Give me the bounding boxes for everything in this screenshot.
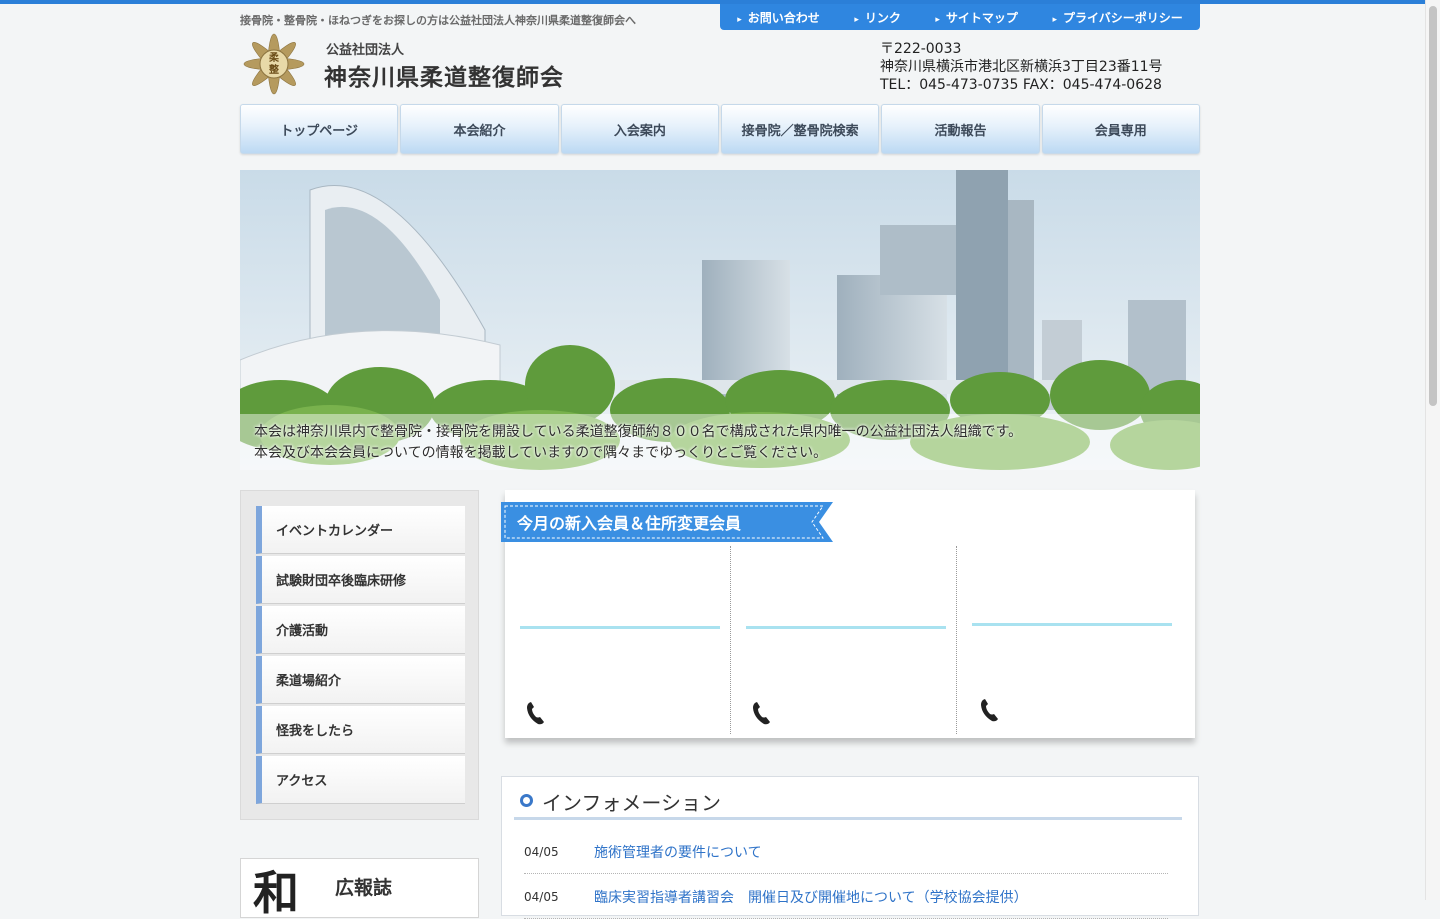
hero-caption-line-1: 本会は神奈川県内で整骨院・接骨院を開設している柔道整復師約８００名で構成された県… [254,424,1023,440]
gnav-about[interactable]: 本会紹介 [400,104,559,154]
newsletter-banner[interactable]: 和 広報誌 [240,858,479,918]
postal-code: 〒222-0033 [880,41,962,57]
phone-icon [981,699,998,722]
street-address: 神奈川県横浜市港北区新横浜3丁目23番11号 [880,59,1163,75]
phone-icon [753,702,770,725]
hero-caption: 本会は神奈川県内で整骨院・接骨院を開設している柔道整復師約８００名で構成された県… [254,422,1022,464]
information-title-rule [514,817,1182,820]
page-wrapper: 接骨院・整骨院・ほねつぎをお探しの方は公益社団法人神奈川県柔道整復師会へ お問い… [240,0,1200,919]
side-nav: イベントカレンダー 試験財団卒後臨床研修 介護活動 柔道場紹介 怪我をしたら ア… [240,490,479,820]
side-nav-clinical-training[interactable]: 試験財団卒後臨床研修 [256,556,465,604]
util-nav-contact[interactable]: お問い合わせ [737,9,820,26]
hero-caption-line-2: 本会及び本会会員についての情報を掲載していますので隅々までゆっくりとご覧ください… [254,445,828,461]
scrollbar-thumb[interactable] [1429,6,1437,406]
side-nav-injury[interactable]: 怪我をしたら [256,706,465,754]
information-panel: インフォメーション 04/05 施術管理者の要件について 04/05 臨床実習指… [501,776,1199,919]
info-link[interactable]: 施術管理者の要件について [594,842,762,862]
phone-icon [527,702,544,725]
member-divider-line [520,626,720,629]
svg-text:整: 整 [268,63,279,76]
info-item: 04/05 施術管理者の要件について [524,837,1168,874]
page-scrollbar[interactable] [1425,0,1440,900]
member-divider-line [972,623,1172,626]
info-date: 04/05 [524,890,559,904]
gnav-activity-report[interactable]: 活動報告 [881,104,1040,154]
util-nav-privacy[interactable]: プライバシーポリシー [1052,9,1183,26]
member-card-2 [730,546,956,734]
tel-fax: TEL：045-473-0735 FAX：045-474-0628 [880,77,1162,93]
circle-bullet-icon [520,794,533,807]
member-card-3 [956,546,1182,734]
gnav-members-only[interactable]: 会員専用 [1041,104,1200,154]
utility-nav: お問い合わせ リンク サイトマップ プライバシーポリシー [720,4,1200,30]
header-tagline: 接骨院・整骨院・ほねつぎをお探しの方は公益社団法人神奈川県柔道整復師会へ [240,14,636,27]
org-name[interactable]: 神奈川県柔道整復師会 [324,58,564,92]
logo-emblem-icon[interactable]: 柔 整 [240,28,308,100]
newsletter-title-glyph: 和 [253,866,299,918]
members-title: 今月の新入会員＆住所変更会員 [517,514,742,533]
global-nav: トップページ 本会紹介 入会案内 接骨院／整骨院検索 活動報告 会員専用 [240,104,1200,154]
new-members-panel: 今月の新入会員＆住所変更会員 [501,490,1195,738]
member-card-1 [505,546,730,734]
side-nav-dojo[interactable]: 柔道場紹介 [256,656,465,704]
svg-text:柔: 柔 [268,52,280,64]
side-nav-event-calendar[interactable]: イベントカレンダー [256,506,465,554]
side-nav-nursing-care[interactable]: 介護活動 [256,606,465,654]
info-date: 04/05 [524,845,559,859]
gnav-top[interactable]: トップページ [240,104,399,154]
side-nav-access[interactable]: アクセス [256,756,465,804]
info-item: 04/05 臨床実習指導者講習会 開催日及び開催地について（学校協会提供） [524,882,1168,919]
gnav-membership[interactable]: 入会案内 [560,104,719,154]
info-link[interactable]: 臨床実習指導者講習会 開催日及び開催地について（学校協会提供） [594,887,1028,907]
util-nav-links[interactable]: リンク [854,9,901,26]
information-title: インフォメーション [542,791,721,815]
contact-address-block: 〒222-0033 神奈川県横浜市港北区新横浜3丁目23番11号 TEL：045… [880,40,1163,94]
util-nav-sitemap[interactable]: サイトマップ [935,9,1018,26]
gnav-clinic-search[interactable]: 接骨院／整骨院検索 [720,104,880,154]
newsletter-label: 広報誌 [335,877,393,899]
org-type-label: 公益社団法人 [326,43,405,58]
member-divider-line [746,626,946,629]
hero-banner: 本会は神奈川県内で整骨院・接骨院を開設している柔道整復師約８００名で構成された県… [240,170,1200,470]
